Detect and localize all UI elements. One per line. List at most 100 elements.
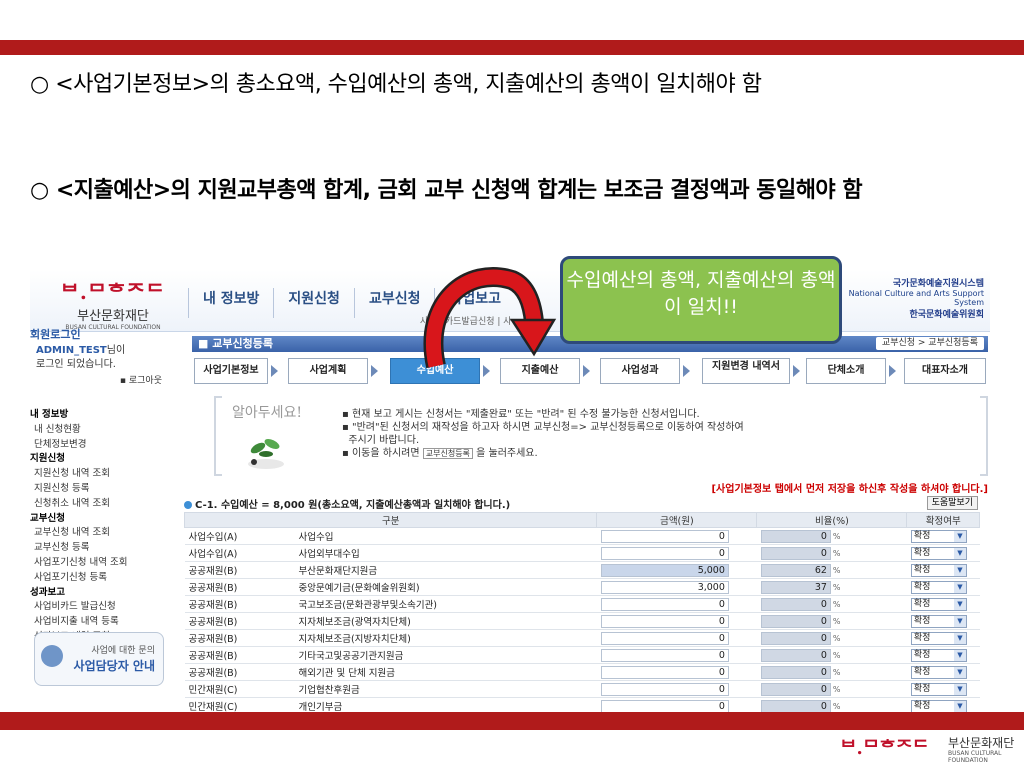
side-menu-item[interactable]: 사업포기신청 내역 조회	[30, 556, 180, 571]
logout-link[interactable]: ▪ 로그아웃	[120, 374, 162, 388]
user-id: ADMIN_TEST	[36, 345, 107, 356]
table-row: 민간재원(C) 개인기부금 0 0% 확정 ▼	[184, 697, 980, 712]
table-body: 사업수입(A) 사업수입 0 0% 확정 ▼ 사업수입(A) 사업외부대수입 0 0% 확정 ▼ 공공재…	[184, 527, 980, 712]
chevron-down-icon: ▼	[953, 700, 966, 712]
pct-unit: %	[832, 684, 841, 694]
pct-unit: %	[832, 565, 841, 575]
logout-label: 로그아웃	[128, 376, 162, 386]
col-status: 확정여부	[906, 512, 980, 528]
row-status-cell: 확정 ▼	[906, 561, 980, 579]
row-status-cell: 확정 ▼	[906, 612, 980, 630]
chevron-down-icon: ▼	[953, 530, 966, 542]
contact-banner[interactable]: 사업에 대한 문의 사업담당자 안내	[34, 632, 164, 686]
status-value: 확정	[913, 683, 931, 694]
amount-input[interactable]: 0	[600, 665, 729, 679]
breadcrumb: 교부신청 > 교부신청등록	[875, 337, 984, 350]
row-type: 공공재원(B)	[184, 663, 295, 681]
row-amount-cell: 0	[596, 646, 757, 664]
pct-unit: %	[832, 531, 841, 541]
status-select[interactable]: 확정 ▼	[910, 648, 967, 662]
status-select[interactable]: 확정 ▼	[910, 614, 967, 628]
status-select[interactable]: 확정 ▼	[910, 546, 967, 560]
side-menu-item[interactable]: 사업포기신청 등록	[30, 571, 180, 586]
side-menu-item[interactable]: 신청취소 내역 조회	[30, 497, 180, 512]
status-select[interactable]: 확정 ▼	[910, 665, 967, 679]
ratio-field: 37	[760, 580, 831, 594]
tab-ceo-intro[interactable]: 대표자소개	[904, 358, 986, 384]
amount-input[interactable]: 0	[600, 699, 729, 712]
status-select[interactable]: 확정 ▼	[910, 597, 967, 611]
amount-input[interactable]: 0	[600, 682, 729, 696]
plant-icon	[248, 439, 284, 469]
tab-arrow-icon	[889, 365, 896, 377]
nav-my-info[interactable]: 내 정보방	[188, 288, 273, 318]
row-type: 공공재원(B)	[184, 612, 295, 630]
row-status-cell: 확정 ▼	[906, 595, 980, 613]
tab-arrow-icon	[371, 365, 378, 377]
tab-org-intro[interactable]: 단체소개	[806, 358, 886, 384]
side-menu-item[interactable]: 교부신청 내역 조회	[30, 526, 180, 541]
row-ratio-cell: 37%	[756, 578, 907, 596]
side-menu-group[interactable]: 내 정보방	[30, 408, 180, 423]
logo-korean: 부산문화재단	[77, 309, 149, 324]
row-name: 지자체보조금(지방자치단체)	[294, 629, 597, 647]
row-ratio-cell: 0%	[756, 663, 907, 681]
row-type: 민간재원(C)	[184, 697, 295, 712]
row-amount-cell: 0	[596, 595, 757, 613]
site-logo[interactable]: ᄇ.ᄆᄒᄌᄃ 부산문화재단 BUSAN CULTURAL FOUNDATION	[38, 276, 188, 331]
amount-input[interactable]: 0	[600, 614, 729, 628]
amount-input[interactable]: 0	[600, 648, 729, 662]
pct-unit: %	[832, 548, 841, 558]
side-menu-group[interactable]: 성과보고	[30, 586, 180, 601]
row-name: 국고보조금(문화관광부및소속기관)	[294, 595, 597, 613]
row-status-cell: 확정 ▼	[906, 697, 980, 712]
tab-business-plan[interactable]: 사업계획	[288, 358, 368, 384]
side-menu-item[interactable]: 사업비카드 발급신청	[30, 600, 180, 615]
pct-unit: %	[832, 599, 841, 609]
side-menu-item[interactable]: 교부신청 등록	[30, 541, 180, 556]
ratio-field: 62	[760, 563, 831, 577]
amount-input[interactable]: 0	[600, 546, 729, 560]
status-select[interactable]: 확정 ▼	[910, 529, 967, 543]
row-type: 사업수입(A)	[184, 527, 295, 545]
nav-apply[interactable]: 지원신청	[273, 288, 354, 318]
amount-input[interactable]: 0	[600, 529, 729, 543]
table-row: 공공재원(B) 기타국고및공공기관지원금 0 0% 확정 ▼	[184, 646, 980, 664]
bottom-red-bar	[0, 712, 1024, 730]
side-menu-item[interactable]: 사업비지출 내역 등록	[30, 615, 180, 630]
page-title-text: 교부신청등록	[212, 337, 273, 350]
section-title: C-1. 수입예산 = 8,000 원(총소요액, 지출예산총액과 일치해야 합…	[184, 496, 510, 511]
row-ratio-cell: 0%	[756, 646, 907, 664]
status-value: 확정	[913, 547, 931, 558]
status-select[interactable]: 확정 ▼	[910, 563, 967, 577]
side-menu-item[interactable]: 내 신청현황	[30, 423, 180, 438]
status-select[interactable]: 확정 ▼	[910, 699, 967, 712]
amount-input[interactable]: 5,000	[600, 563, 729, 577]
tab-performance[interactable]: 사업성과	[600, 358, 680, 384]
amount-input[interactable]: 0	[600, 631, 729, 645]
status-select[interactable]: 확정 ▼	[910, 580, 967, 594]
status-select[interactable]: 확정 ▼	[910, 682, 967, 696]
amount-input[interactable]: 3,000	[600, 580, 729, 594]
chevron-down-icon: ▼	[953, 649, 966, 661]
table-header: 구분 금액(원) 비율(%) 확정여부	[183, 512, 980, 528]
arko-logo[interactable]: 국가문화예술지원시스템 National Culture and Arts Su…	[844, 276, 984, 320]
tab-basic-info[interactable]: 사업기본정보	[194, 358, 268, 384]
notice-grant-link[interactable]: 교부신청등록	[422, 448, 473, 459]
table-row: 공공재원(B) 지자체보조금(지방자치단체) 0 0% 확정 ▼	[184, 629, 980, 647]
side-menu-item[interactable]: 단체정보변경	[30, 438, 180, 453]
status-select[interactable]: 확정 ▼	[910, 631, 967, 645]
tab-change-history[interactable]: 지원변경 내역서	[702, 358, 790, 384]
side-menu-group[interactable]: 교부신청	[30, 512, 180, 527]
user-suffix: 님이	[106, 345, 126, 356]
amount-input[interactable]: 0	[600, 597, 729, 611]
row-name: 중앙문예기금(문화예술위원회)	[294, 578, 597, 596]
side-menu-group[interactable]: 지원신청	[30, 452, 180, 467]
tab-arrow-icon	[793, 365, 800, 377]
row-ratio-cell: 62%	[756, 561, 907, 579]
help-button[interactable]: 도움말보기	[926, 496, 978, 510]
notice-bracket-right	[980, 396, 988, 476]
pct-unit: %	[832, 650, 841, 660]
side-menu-item[interactable]: 지원신청 등록	[30, 482, 180, 497]
side-menu-item[interactable]: 지원신청 내역 조회	[30, 467, 180, 482]
